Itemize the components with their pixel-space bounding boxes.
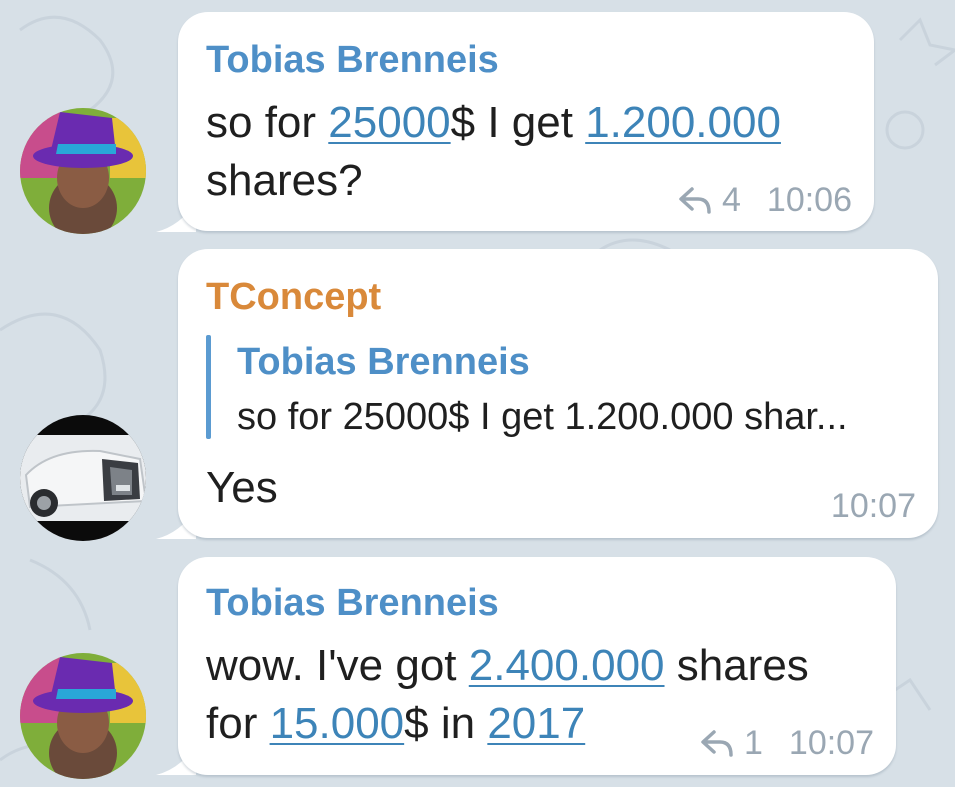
quote-sender: Tobias Brenneis [237,341,530,383]
message-line: so for 25000$ I get 1.200.000 [206,94,866,152]
message-text-part: $ I get [450,98,586,147]
message-text-part: shares [664,641,809,690]
number-link[interactable]: 25000 [328,98,450,147]
message-bubble[interactable]: Tobias Brenneis so for 25000$ I get 1.20… [178,12,874,231]
message-text-part: shares? [206,156,363,205]
avatar-tobias-brenneis[interactable] [20,108,146,234]
avatar-tconcept[interactable] [20,415,146,541]
number-link[interactable]: 15.000 [270,699,405,748]
message-sender[interactable]: Tobias Brenneis [206,38,499,82]
message-meta: 10:07 [831,486,916,526]
reply-count: 1 [743,724,763,762]
message-sender[interactable]: TConcept [206,275,381,319]
reply-count: 4 [721,181,741,219]
reply-arrow-icon[interactable] [700,728,734,758]
number-link[interactable]: 2.400.000 [469,641,665,690]
reply-arrow-icon[interactable] [678,185,712,215]
message-text-part: so for [206,98,329,147]
message-text-part: for [206,699,270,748]
number-link[interactable]: 2017 [487,699,585,748]
avatar-tobias-brenneis[interactable] [20,653,146,779]
quote-text: so for 25000$ I get 1.200.000 shar... [237,396,848,438]
message-text-part: wow. I've got [206,641,469,690]
quote-bar [206,335,211,439]
message-time: 10:07 [830,487,916,525]
message-bubble[interactable]: TConcept Tobias Brenneis so for 25000$ I… [178,249,938,538]
number-link[interactable]: 1.200.000 [585,98,781,147]
message-text-part: $ in [404,699,488,748]
message-text: Yes [206,463,278,512]
message-meta: 4 10:06 [678,180,852,220]
message-time: 10:06 [766,181,852,219]
message-time: 10:07 [788,724,874,762]
message-sender[interactable]: Tobias Brenneis [206,581,499,625]
message-bubble[interactable]: Tobias Brenneis wow. I've got 2.400.000 … [178,557,896,775]
message-meta: 1 10:07 [700,723,874,763]
message-line: wow. I've got 2.400.000 shares [206,637,886,695]
